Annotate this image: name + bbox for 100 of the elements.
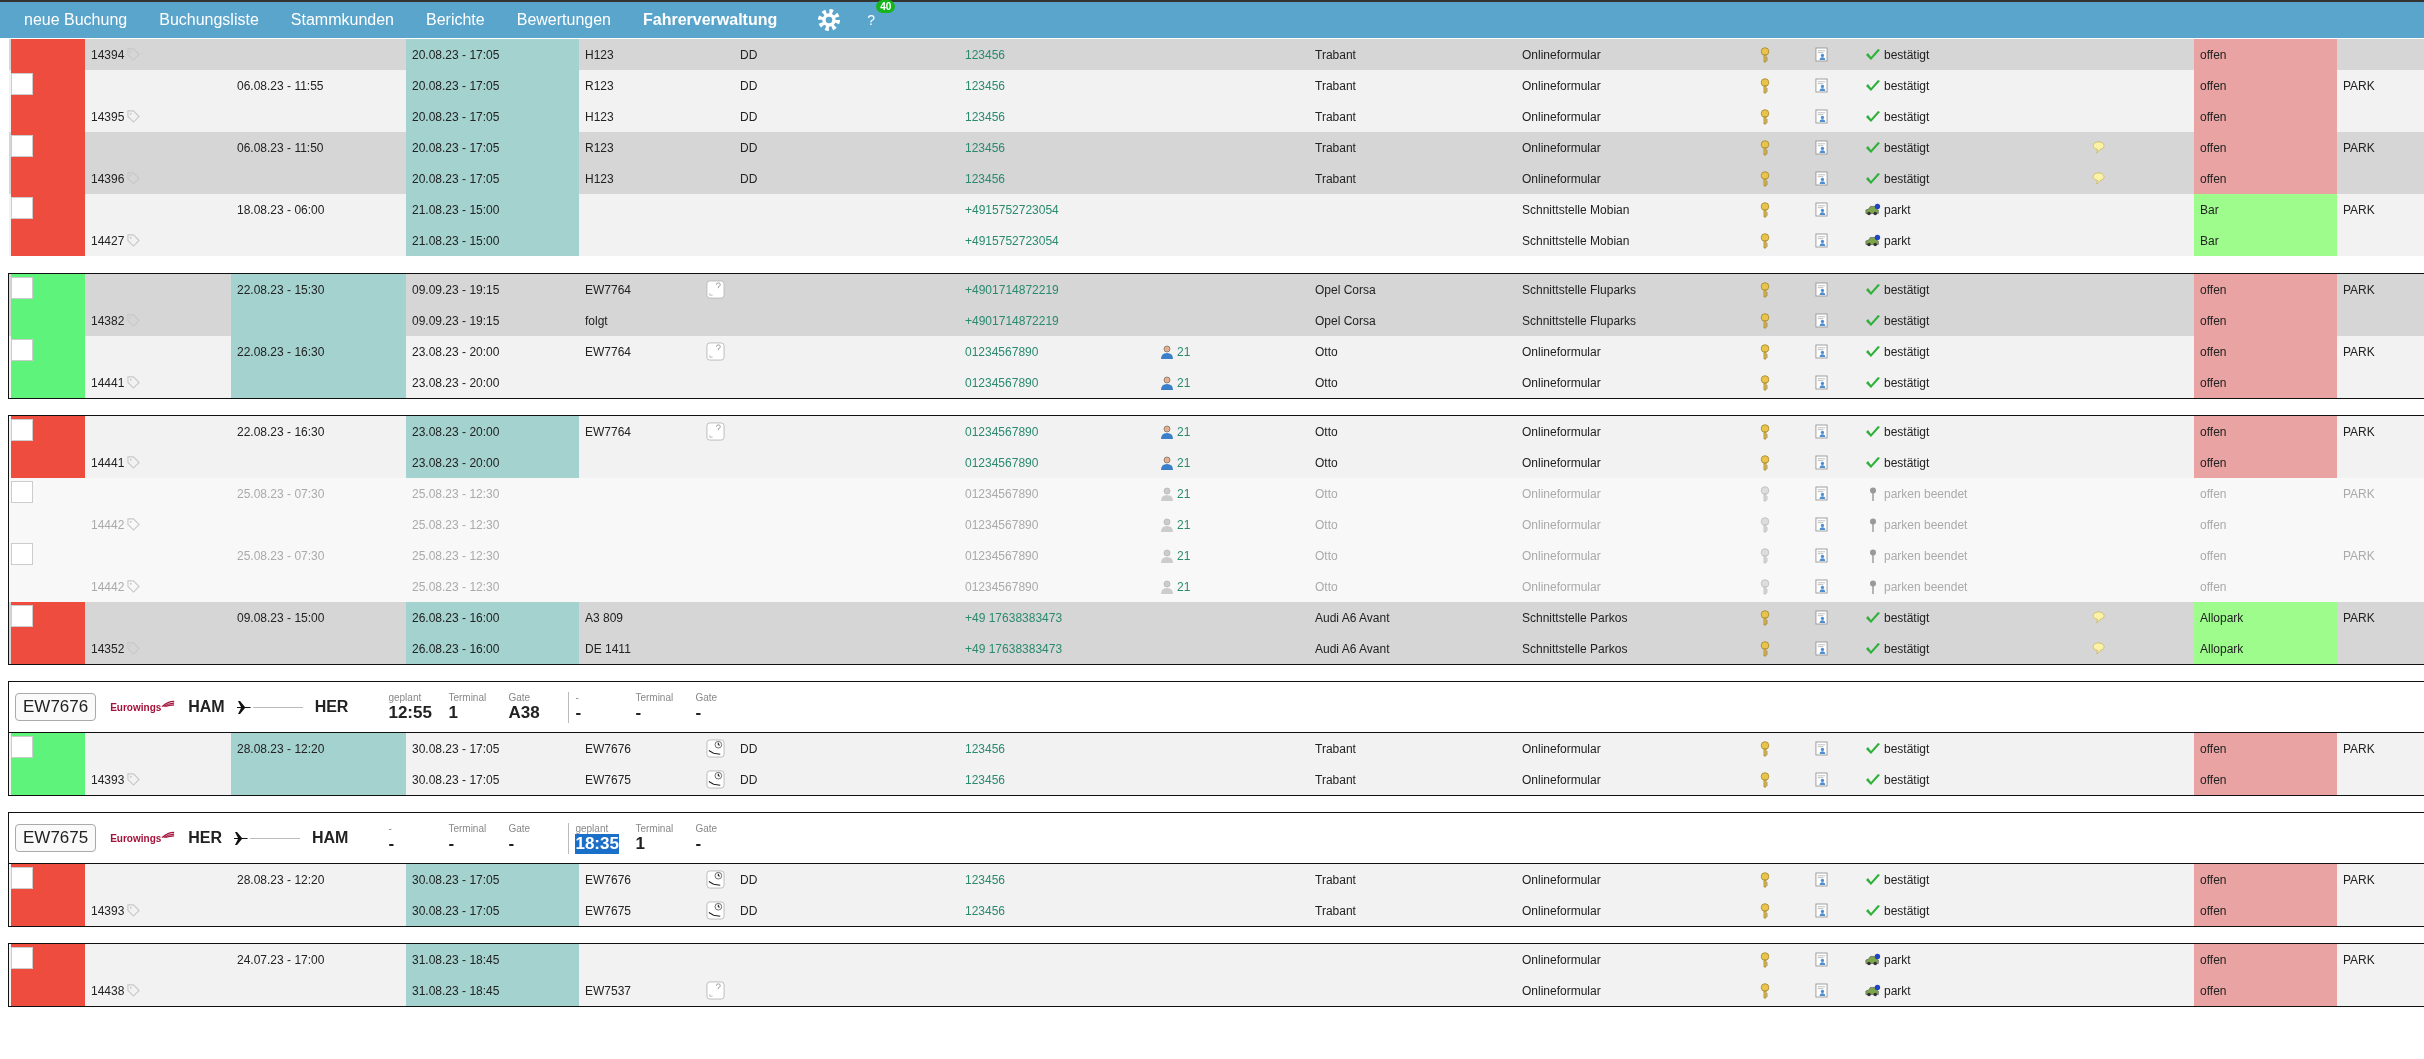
checkbox[interactable] (11, 339, 33, 361)
key-icon[interactable] (1760, 609, 1770, 626)
person-icon[interactable] (1160, 486, 1174, 501)
person-icon[interactable] (1160, 375, 1174, 390)
speech-bubble-icon[interactable] (2090, 642, 2107, 655)
booking-id[interactable]: 14438 (91, 983, 125, 998)
key-icon[interactable] (1760, 485, 1770, 502)
phone-link[interactable]: 123456 (959, 764, 1154, 795)
document-icon[interactable] (1815, 579, 1828, 594)
driver-count[interactable]: 21 (1177, 455, 1191, 470)
key-icon[interactable] (1760, 232, 1770, 249)
person-icon[interactable] (1160, 344, 1174, 359)
booking-id[interactable]: 14396 (91, 171, 125, 186)
document-icon[interactable] (1815, 952, 1828, 967)
booking-id[interactable]: 14382 (91, 313, 125, 328)
phone-link[interactable]: +4915752723054 (959, 194, 1154, 225)
checkbox[interactable] (11, 135, 33, 157)
document-icon[interactable] (1815, 983, 1828, 998)
person-icon[interactable] (1160, 579, 1174, 594)
driver-count[interactable]: 21 (1177, 375, 1191, 390)
document-icon[interactable] (1815, 741, 1828, 756)
speech-bubble-icon[interactable] (2090, 172, 2107, 185)
nav-link[interactable]: Stammkunden (290, 11, 394, 29)
booking-id[interactable]: 14441 (91, 375, 125, 390)
person-icon[interactable] (1160, 424, 1174, 439)
key-icon[interactable] (1760, 139, 1770, 156)
document-icon[interactable] (1815, 424, 1828, 439)
checkbox[interactable] (11, 419, 33, 441)
tag-icon[interactable] (127, 456, 141, 469)
person-icon[interactable] (1160, 517, 1174, 532)
key-icon[interactable] (1760, 312, 1770, 329)
checkbox[interactable] (11, 277, 33, 299)
document-icon[interactable] (1815, 641, 1828, 656)
key-icon[interactable] (1760, 108, 1770, 125)
checkbox[interactable] (11, 736, 33, 758)
nav-link[interactable]: Fahrerverwaltung (643, 11, 778, 29)
unknown-flight-icon[interactable] (706, 981, 725, 1000)
checkbox[interactable] (11, 197, 33, 219)
document-icon[interactable] (1815, 375, 1828, 390)
document-icon[interactable] (1815, 109, 1828, 124)
nav-link[interactable]: neue Buchung (24, 11, 128, 29)
document-icon[interactable] (1815, 517, 1828, 532)
tag-icon[interactable] (127, 904, 141, 917)
unknown-flight-icon[interactable] (706, 280, 725, 299)
landing-clock-icon[interactable] (706, 901, 725, 920)
document-icon[interactable] (1815, 872, 1828, 887)
document-icon[interactable] (1815, 202, 1828, 217)
document-icon[interactable] (1815, 772, 1828, 787)
key-icon[interactable] (1760, 423, 1770, 440)
phone-link[interactable]: 01234567890 (959, 336, 1154, 367)
phone-link[interactable]: 123456 (959, 864, 1154, 895)
person-icon[interactable] (1160, 548, 1174, 563)
key-icon[interactable] (1760, 871, 1770, 888)
phone-link[interactable]: 123456 (959, 895, 1154, 926)
checkbox[interactable] (11, 605, 33, 627)
key-icon[interactable] (1760, 902, 1770, 919)
key-icon[interactable] (1760, 77, 1770, 94)
key-icon[interactable] (1760, 374, 1770, 391)
unknown-flight-icon[interactable] (706, 422, 725, 441)
phone-link[interactable]: +49 17638383473 (959, 633, 1154, 664)
nav-link[interactable]: Bewertungen (516, 11, 611, 29)
key-icon[interactable] (1760, 454, 1770, 471)
document-icon[interactable] (1815, 78, 1828, 93)
key-icon[interactable] (1760, 516, 1770, 533)
tag-icon[interactable] (127, 580, 141, 593)
phone-link[interactable]: +4901714872219 (959, 274, 1154, 305)
phone-link[interactable]: 01234567890 (959, 416, 1154, 447)
document-icon[interactable] (1815, 486, 1828, 501)
phone-link[interactable]: +4915752723054 (959, 225, 1154, 256)
key-icon[interactable] (1760, 771, 1770, 788)
phone-link[interactable]: 123456 (959, 733, 1154, 764)
tag-icon[interactable] (127, 234, 141, 247)
booking-id[interactable]: 14427 (91, 233, 125, 248)
document-icon[interactable] (1815, 47, 1828, 62)
nav-link[interactable]: Buchungsliste (159, 11, 259, 29)
booking-id[interactable]: 14393 (91, 772, 125, 787)
key-icon[interactable] (1760, 982, 1770, 999)
tag-icon[interactable] (127, 376, 141, 389)
key-icon[interactable] (1760, 281, 1770, 298)
document-icon[interactable] (1815, 233, 1828, 248)
settings-icon[interactable] (817, 8, 842, 32)
tag-icon[interactable] (127, 984, 141, 997)
booking-id[interactable]: 14394 (91, 47, 125, 62)
key-icon[interactable] (1760, 578, 1770, 595)
unknown-flight-icon[interactable] (706, 342, 725, 361)
driver-count[interactable]: 21 (1177, 424, 1191, 439)
checkbox[interactable] (11, 947, 33, 969)
landing-clock-icon[interactable] (706, 870, 725, 889)
document-icon[interactable] (1815, 455, 1828, 470)
phone-link[interactable]: +4901714872219 (959, 305, 1154, 336)
person-icon[interactable] (1160, 455, 1174, 470)
phone-link[interactable]: 01234567890 (959, 367, 1154, 398)
landing-clock-icon[interactable] (706, 739, 725, 758)
key-icon[interactable] (1760, 46, 1770, 63)
document-icon[interactable] (1815, 548, 1828, 563)
document-icon[interactable] (1815, 171, 1828, 186)
document-icon[interactable] (1815, 140, 1828, 155)
tag-icon[interactable] (127, 773, 141, 786)
key-icon[interactable] (1760, 547, 1770, 564)
booking-id[interactable]: 14395 (91, 109, 125, 124)
